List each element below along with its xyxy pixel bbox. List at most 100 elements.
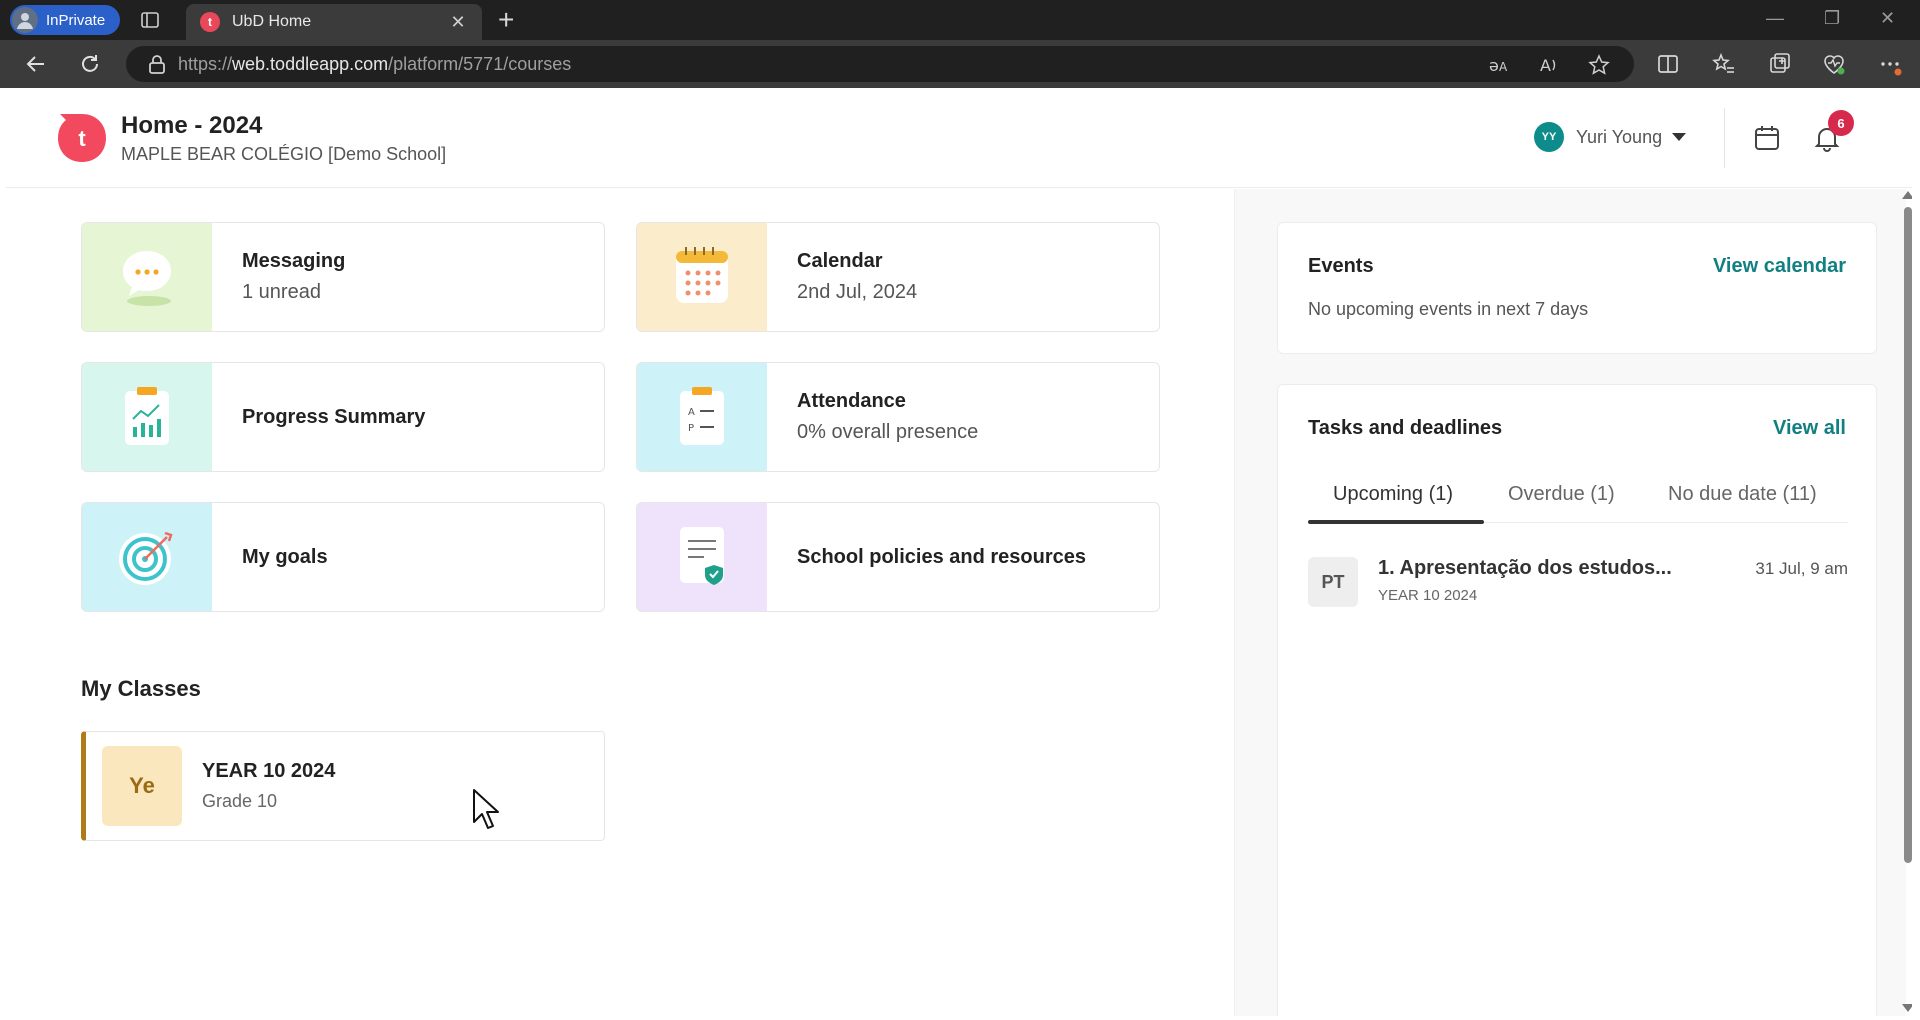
attendance-clipboard-icon: A P — [680, 387, 724, 445]
view-calendar-link[interactable]: View calendar — [1713, 255, 1846, 278]
progress-thumb — [82, 363, 212, 471]
url-field[interactable]: https://web.toddleapp.com/platform/5771/… — [126, 46, 1634, 82]
right-sidebar: Events View calendar No upcoming events … — [1234, 189, 1906, 1016]
browser-tab-active[interactable]: t UbD Home ✕ — [186, 4, 482, 40]
favorite-star-icon[interactable] — [1588, 54, 1610, 76]
target-icon — [119, 531, 173, 585]
url-host: web.toddleapp.com — [232, 53, 389, 74]
scroll-up-icon[interactable] — [1902, 191, 1912, 199]
translate-icon[interactable]: əA — [1488, 54, 1510, 76]
task-class: YEAR 10 2024 — [1378, 587, 1478, 604]
restore-icon[interactable]: ❐ — [1824, 8, 1840, 29]
inprivate-button[interactable]: InPrivate — [10, 5, 120, 35]
progress-chart-icon — [125, 387, 169, 445]
tab-actions-icon[interactable] — [140, 10, 160, 30]
toddle-page: t Home - 2024 MAPLE BEAR COLÉGIO [Demo S… — [6, 88, 1912, 1016]
new-tab-icon[interactable]: + — [498, 6, 514, 34]
chat-bubble-icon — [123, 251, 171, 306]
svg-text:A: A — [1499, 60, 1508, 74]
active-tab-indicator — [1308, 520, 1484, 524]
class-avatar: Ye — [102, 746, 182, 826]
notification-count-badge: 6 — [1828, 110, 1854, 136]
browser-tab-bar: InPrivate t UbD Home ✕ + — ❐ ✕ — [0, 0, 1920, 40]
calendar-thumb — [637, 223, 767, 331]
class-grade: Grade 10 — [202, 791, 278, 811]
address-bar-row: https://web.toddleapp.com/platform/5771/… — [0, 40, 1920, 88]
profile-avatar-icon — [12, 7, 38, 33]
svg-text:A: A — [1540, 56, 1551, 75]
my-goals-title: My goals — [242, 545, 328, 568]
school-name: MAPLE BEAR COLÉGIO [Demo School] — [121, 144, 447, 164]
messaging-thumb — [82, 223, 212, 331]
progress-summary-title: Progress Summary — [242, 405, 426, 428]
calendar-title: Calendar — [797, 250, 883, 272]
close-tab-icon[interactable]: ✕ — [448, 12, 468, 33]
page-title: Home - 2024 — [121, 112, 263, 139]
main-content: Messaging 1 unread Calendar 2nd Jul, 202… — [6, 189, 1234, 1016]
tab-overdue[interactable]: Overdue (1) — [1508, 483, 1615, 506]
class-card[interactable]: Ye YEAR 10 2024 Grade 10 — [81, 731, 605, 841]
task-due-date: 31 Jul, 9 am — [1755, 559, 1848, 578]
user-menu-button[interactable]: YY Yuri Young — [1534, 122, 1687, 152]
tab-favicon: t — [200, 12, 220, 32]
my-goals-card[interactable]: My goals — [81, 502, 605, 612]
task-name: 1. Apresentação dos estudos... — [1378, 557, 1672, 579]
page-scrollbar[interactable] — [1902, 189, 1912, 1016]
scroll-down-icon[interactable] — [1902, 1004, 1912, 1012]
calendar-date: 2nd Jul, 2024 — [797, 281, 918, 303]
more-menu-icon[interactable] — [1878, 52, 1902, 76]
attendance-thumb: A P — [637, 363, 767, 471]
tab-no-due-date[interactable]: No due date (11) — [1668, 483, 1817, 506]
scrollbar-thumb[interactable] — [1904, 207, 1912, 863]
inprivate-label: InPrivate — [46, 11, 106, 29]
svg-text:ə: ə — [1489, 56, 1499, 75]
my-classes-heading: My Classes — [81, 676, 201, 701]
school-policies-title: School policies and resources — [797, 545, 1086, 568]
goals-thumb — [82, 503, 212, 611]
events-title: Events — [1308, 255, 1374, 277]
tasks-panel: Tasks and deadlines View all Upcoming (1… — [1277, 384, 1877, 1016]
read-aloud-icon[interactable]: A — [1538, 54, 1560, 76]
header-divider — [1724, 108, 1725, 168]
attendance-title: Attendance — [797, 390, 906, 412]
calendar-header-icon[interactable] — [1753, 124, 1781, 152]
policies-thumb — [637, 503, 767, 611]
user-name: Yuri Young — [1576, 126, 1663, 147]
split-screen-icon[interactable] — [1656, 52, 1680, 76]
lock-icon[interactable] — [148, 54, 166, 74]
tasks-tabs: Upcoming (1) Overdue (1) No due date (11… — [1308, 469, 1848, 524]
class-name: YEAR 10 2024 — [202, 760, 336, 782]
user-avatar: YY — [1534, 122, 1564, 152]
chevron-down-icon — [1672, 133, 1687, 141]
view-all-link[interactable]: View all — [1773, 417, 1846, 440]
svg-text:P: P — [688, 423, 694, 434]
tab-upcoming[interactable]: Upcoming (1) — [1333, 483, 1453, 506]
mouse-cursor-icon — [473, 789, 499, 829]
policy-document-icon — [680, 527, 724, 585]
attendance-presence: 0% overall presence — [797, 421, 979, 443]
toddle-logo[interactable]: t — [56, 112, 108, 164]
favorites-icon[interactable] — [1712, 52, 1736, 76]
school-policies-card[interactable]: School policies and resources — [636, 502, 1160, 612]
window-close-icon[interactable]: ✕ — [1880, 8, 1895, 29]
browser-essentials-icon[interactable] — [1822, 52, 1846, 76]
task-avatar: PT — [1308, 557, 1358, 607]
minimize-icon[interactable]: — — [1766, 8, 1784, 29]
progress-summary-card[interactable]: Progress Summary — [81, 362, 605, 472]
messaging-card[interactable]: Messaging 1 unread — [81, 222, 605, 332]
collections-icon[interactable] — [1768, 52, 1792, 76]
calendar-icon — [676, 247, 728, 303]
events-panel: Events View calendar No upcoming events … — [1277, 222, 1877, 354]
calendar-card[interactable]: Calendar 2nd Jul, 2024 — [636, 222, 1160, 332]
svg-text:A: A — [688, 407, 695, 418]
refresh-icon[interactable] — [78, 52, 102, 76]
tab-title: UbD Home — [232, 13, 312, 30]
app-header: t Home - 2024 MAPLE BEAR COLÉGIO [Demo S… — [6, 88, 1912, 188]
messaging-subtitle: 1 unread — [242, 281, 321, 303]
tasks-title: Tasks and deadlines — [1308, 417, 1503, 439]
back-arrow-icon[interactable] — [24, 52, 48, 76]
task-item[interactable]: PT 1. Apresentação dos estudos... YEAR 1… — [1308, 557, 1848, 617]
messaging-title: Messaging — [242, 250, 346, 272]
url-path: /platform/5771/courses — [388, 53, 572, 74]
attendance-card[interactable]: A P Attendance 0% overall presence — [636, 362, 1160, 472]
